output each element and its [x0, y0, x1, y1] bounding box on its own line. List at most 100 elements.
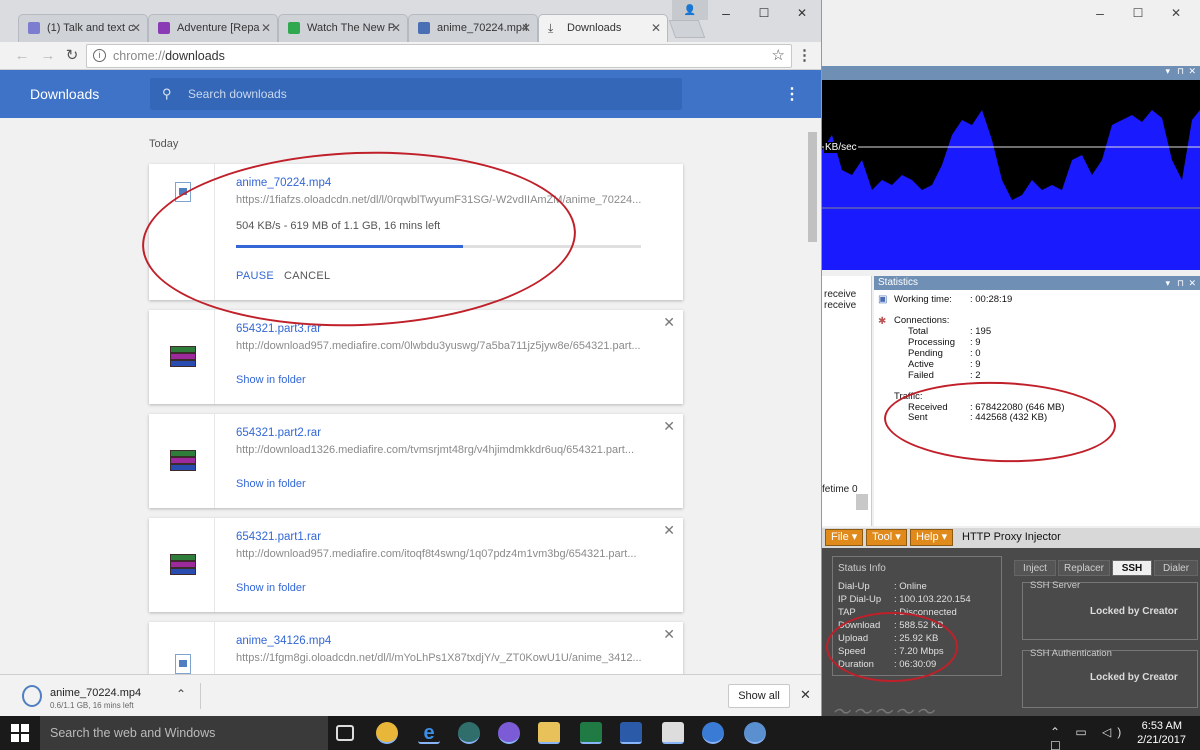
close-icon[interactable]: ✕ — [521, 15, 531, 41]
close-icon[interactable]: ✕ — [651, 15, 661, 41]
close-window-button[interactable]: ✕ — [1158, 2, 1194, 24]
show-all-button[interactable]: Show all — [728, 684, 790, 708]
tab-replacer[interactable]: Replacer — [1058, 560, 1110, 576]
chrome-icon[interactable] — [376, 722, 398, 744]
close-icon[interactable]: ✕ — [1188, 66, 1196, 77]
help-menu[interactable]: Help ▾ — [910, 529, 954, 546]
tray-icons[interactable]: ⌃ ▭ ◁) ☐ — [1050, 725, 1130, 750]
tab-downloads[interactable]: ⤓ Downloads ✕ — [538, 14, 668, 42]
remove-icon[interactable]: ✕ — [663, 522, 675, 539]
file-explorer-icon[interactable] — [538, 722, 560, 744]
file-name-link[interactable]: 654321.part2.rar — [236, 427, 321, 439]
source-url[interactable]: http://download1326.mediafire.com/tvmsrj… — [236, 444, 651, 456]
source-url[interactable]: http://download957.mediafire.com/0lwbdu3… — [236, 340, 651, 352]
source-url[interactable]: http://download957.mediafire.com/itoqf8t… — [236, 548, 651, 560]
search-icon: ⚲ — [162, 86, 172, 101]
tab-dialer[interactable]: Dialer — [1154, 560, 1198, 576]
maximize-button[interactable]: ☐ — [746, 2, 782, 24]
word-icon[interactable] — [620, 722, 642, 744]
info-icon[interactable]: i — [93, 49, 106, 62]
close-icon[interactable]: ✕ — [1188, 276, 1196, 290]
minimize-button[interactable]: – — [1082, 2, 1118, 24]
reload-icon[interactable]: ↻ — [62, 46, 82, 66]
connections-icon: ✱ — [878, 316, 887, 327]
remove-icon[interactable]: ✕ — [663, 626, 675, 643]
chrome-menu-icon[interactable]: ⋮ — [797, 46, 812, 64]
locked-text: Locked by Creator — [1090, 672, 1178, 683]
more-options-icon[interactable]: ⋮ — [784, 84, 800, 104]
shelf-file-name[interactable]: anime_70224.mp4 — [50, 687, 141, 699]
tab-talk-and-text[interactable]: (1) Talk and text c ✕ — [18, 14, 148, 42]
tab-inject[interactable]: Inject — [1014, 560, 1056, 576]
traffic-area — [822, 110, 1200, 270]
app-icon[interactable] — [662, 722, 684, 744]
task-view-icon[interactable] — [336, 725, 354, 741]
log-text: receive — [824, 289, 857, 300]
network-tool-icon[interactable] — [702, 722, 724, 744]
http-proxy-injector-window: File ▾ Tool ▾ Help ▾ HTTP Proxy Injector… — [822, 528, 1200, 716]
clock-time[interactable]: 6:53 AM — [1142, 720, 1182, 732]
stat-label: Active — [908, 359, 934, 370]
rar-archive-icon — [170, 346, 196, 368]
tab-watch-the-new[interactable]: Watch The New P ✕ — [278, 14, 408, 42]
minimize-button[interactable]: – — [708, 2, 744, 24]
new-tab-button[interactable] — [668, 20, 706, 38]
tab-label: Downloads — [567, 22, 622, 34]
scrollbar-thumb[interactable] — [808, 132, 817, 242]
close-icon[interactable]: ✕ — [261, 15, 271, 41]
show-in-folder-link[interactable]: Show in folder — [236, 374, 306, 386]
globe-icon[interactable] — [744, 722, 766, 744]
dropdown-icon[interactable]: ▾ — [1165, 276, 1170, 290]
clock-icon: ▣ — [878, 294, 888, 305]
traffic-graph-svg — [822, 110, 1200, 270]
viber-icon[interactable] — [498, 722, 520, 744]
close-window-button[interactable]: ✕ — [784, 2, 820, 24]
status-label: TAP — [838, 607, 856, 618]
edge-icon[interactable]: e — [418, 722, 440, 744]
app-icon[interactable] — [458, 722, 480, 744]
icon-column — [149, 622, 215, 674]
traffic-monitor-window: – ☐ ✕ ▾ ⊓ ✕ KB/sec receive receive fetim… — [822, 0, 1200, 528]
bookmark-star-icon[interactable]: ☆ — [772, 45, 785, 67]
windows-start-icon[interactable] — [0, 716, 40, 750]
remove-icon[interactable]: ✕ — [663, 418, 675, 435]
close-icon[interactable]: ✕ — [800, 687, 811, 703]
stat-label: Pending — [908, 348, 943, 359]
ssh-auth-label: SSH Authentication — [1030, 648, 1112, 659]
excel-icon[interactable] — [580, 722, 602, 744]
stat-value: : 9 — [970, 359, 981, 370]
tab-ssh[interactable]: SSH — [1112, 560, 1152, 576]
close-icon[interactable]: ✕ — [131, 15, 141, 41]
tab-anime-video[interactable]: anime_70224.mp4 ✕ — [408, 14, 538, 42]
search-placeholder: Search downloads — [188, 87, 287, 101]
tab-adventure[interactable]: Adventure [Repa ✕ — [148, 14, 278, 42]
show-in-folder-link[interactable]: Show in folder — [236, 478, 306, 490]
taskbar-search-input[interactable]: Search the web and Windows — [40, 716, 328, 750]
download-icon: ⤓ — [548, 21, 554, 35]
page-title: Downloads — [30, 86, 100, 102]
file-name-link[interactable]: anime_34126.mp4 — [236, 635, 331, 647]
profile-icon[interactable]: 👤 — [672, 0, 708, 20]
traffic-graph: KB/sec — [822, 80, 1200, 270]
forward-arrow-icon[interactable]: → — [38, 46, 58, 66]
show-in-folder-link[interactable]: Show in folder — [236, 582, 306, 594]
search-downloads-input[interactable]: ⚲ Search downloads — [150, 78, 682, 110]
tool-menu[interactable]: Tool ▾ — [866, 529, 907, 546]
address-bar[interactable]: i chrome://downloads ☆ — [86, 44, 792, 68]
connections-label: Connections: — [894, 315, 950, 326]
logo-watermark: ～～～～～ — [832, 702, 937, 716]
clock-date[interactable]: 2/21/2017 — [1137, 734, 1186, 746]
scrollbar[interactable] — [806, 118, 818, 674]
close-icon[interactable]: ✕ — [391, 15, 401, 41]
file-menu[interactable]: File ▾ — [825, 529, 864, 546]
pin-icon[interactable]: ⊓ — [1177, 276, 1184, 290]
dropdown-icon[interactable]: ▾ — [1165, 66, 1170, 77]
scrollbar-thumb[interactable] — [856, 494, 868, 510]
file-name-link[interactable]: 654321.part1.rar — [236, 531, 321, 543]
chevron-up-icon[interactable]: ⌃ — [176, 687, 186, 701]
remove-icon[interactable]: ✕ — [663, 314, 675, 331]
source-url[interactable]: https://1fgm8gi.oloadcdn.net/dl/l/mYoLhP… — [236, 652, 651, 664]
back-arrow-icon[interactable]: ← — [12, 46, 32, 66]
maximize-button[interactable]: ☐ — [1120, 2, 1156, 24]
pin-icon[interactable]: ⊓ — [1177, 66, 1184, 77]
